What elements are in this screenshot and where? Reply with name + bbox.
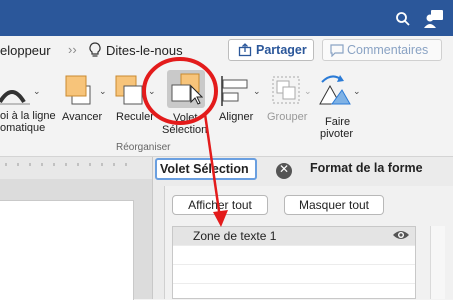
wrap-text-label-1: oi à la ligne bbox=[0, 110, 56, 122]
rotate-label-2: pivoter bbox=[320, 128, 354, 140]
document-page[interactable] bbox=[0, 200, 134, 300]
list-scrollbar[interactable] bbox=[430, 226, 445, 299]
group-icon bbox=[272, 76, 300, 104]
bring-forward-label: Avancer bbox=[62, 111, 103, 123]
chevron-down-icon[interactable]: ⌄ bbox=[304, 86, 312, 97]
chevron-right-icon: ›› bbox=[68, 42, 77, 57]
ribbon-arrange: oi à la ligne omatique ⌄ ⌄ Avancer ⌄ Rec… bbox=[0, 66, 453, 157]
rotate-icon bbox=[319, 75, 351, 105]
ribbon-tabs-row: eloppeur ›› Dites-le-nous Partager Comme… bbox=[0, 36, 453, 66]
share-icon bbox=[238, 43, 252, 57]
bring-forward-icon bbox=[65, 75, 91, 105]
selection-pane-icon bbox=[171, 73, 203, 105]
tab-selection-pane-label: Volet Sélection bbox=[160, 162, 249, 176]
comments-button[interactable]: Commentaires bbox=[322, 39, 442, 61]
tab-format-shape[interactable]: Format de la forme bbox=[310, 161, 423, 175]
title-bar bbox=[0, 0, 453, 36]
share-label: Partager bbox=[256, 43, 307, 57]
selection-pane-label-1: Volet bbox=[173, 112, 198, 124]
eye-icon[interactable] bbox=[392, 229, 410, 241]
chevron-down-icon[interactable]: ⌄ bbox=[253, 86, 261, 97]
selection-pane-button[interactable]: Volet Sélection bbox=[162, 68, 208, 140]
group-arrange-label: Réorganiser bbox=[116, 142, 171, 153]
selection-pane-label-2: Sélection bbox=[162, 124, 208, 136]
share-button[interactable]: Partager bbox=[228, 39, 314, 61]
list-item[interactable]: Zone de texte 1 bbox=[173, 227, 415, 245]
align-button[interactable]: ⌄ Aligner bbox=[218, 72, 268, 138]
tab-developer[interactable]: eloppeur bbox=[0, 43, 51, 58]
group-button[interactable]: ⌄ Grouper bbox=[267, 72, 316, 138]
wrap-text-icon[interactable] bbox=[0, 74, 30, 108]
hide-all-button[interactable]: Masquer tout bbox=[284, 195, 384, 215]
tab-selection-pane[interactable]: Volet Sélection bbox=[155, 158, 257, 180]
wrap-text-label-2: omatique bbox=[0, 122, 46, 134]
send-backward-label: Reculer bbox=[116, 111, 154, 123]
ruler-ticks bbox=[5, 163, 127, 166]
search-icon[interactable] bbox=[395, 11, 411, 27]
chevron-down-icon[interactable]: ⌄ bbox=[353, 86, 361, 97]
send-backward-icon bbox=[115, 75, 143, 105]
close-pane-button[interactable]: ✕ bbox=[276, 162, 292, 179]
list-item-label: Zone de texte 1 bbox=[193, 229, 277, 243]
rotate-label-1: Faire bbox=[325, 116, 351, 128]
close-icon: ✕ bbox=[278, 162, 290, 176]
align-label: Aligner bbox=[219, 111, 254, 123]
account-icon[interactable] bbox=[423, 9, 445, 29]
chevron-down-icon[interactable]: ⌄ bbox=[99, 86, 107, 97]
chevron-down-icon[interactable]: ⌄ bbox=[148, 86, 156, 97]
group-label: Grouper bbox=[267, 111, 308, 123]
send-backward-button[interactable]: ⌄ Reculer bbox=[114, 72, 160, 138]
align-icon bbox=[221, 76, 248, 106]
bring-forward-button[interactable]: ⌄ Avancer bbox=[62, 72, 107, 138]
chevron-down-icon[interactable]: ⌄ bbox=[33, 86, 41, 97]
comment-icon bbox=[330, 44, 344, 57]
show-all-button[interactable]: Afficher tout bbox=[172, 195, 268, 215]
ruler bbox=[0, 157, 152, 180]
lightbulb-icon bbox=[89, 42, 101, 57]
tell-me-search[interactable]: Dites-le-nous bbox=[106, 43, 183, 58]
objects-list: Zone de texte 1 bbox=[172, 226, 416, 299]
comments-label: Commentaires bbox=[347, 43, 429, 57]
rotate-button[interactable]: ⌄ Faire pivoter bbox=[316, 72, 364, 140]
